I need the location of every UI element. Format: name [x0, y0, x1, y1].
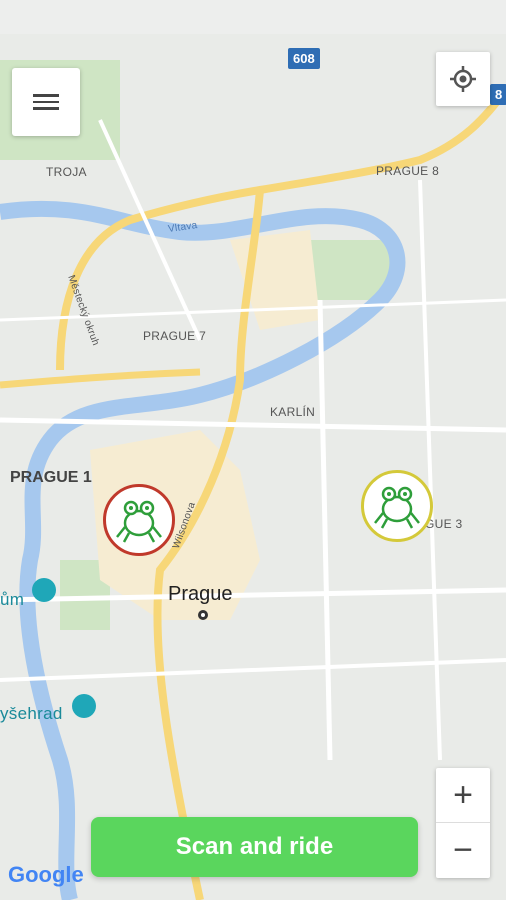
road: [317, 299, 333, 761]
scan-and-ride-button[interactable]: Scan and ride: [91, 817, 418, 877]
label-karlin: KARLÍN: [270, 405, 316, 419]
zoom-out-button[interactable]: −: [436, 823, 490, 877]
label-prague7: PRAGUE 7: [143, 329, 207, 343]
road: [0, 368, 201, 389]
zoom-in-button[interactable]: +: [436, 768, 490, 822]
label-prague1: PRAGUE 1: [10, 469, 92, 486]
hamburger-icon: [33, 90, 59, 114]
label-prague3: GUE 3: [425, 517, 463, 531]
road: [418, 179, 442, 761]
menu-button[interactable]: [12, 68, 80, 136]
label-muzeum: ům: [0, 590, 25, 609]
crosshair-icon: [450, 66, 476, 92]
road-sign-608: 608: [288, 48, 320, 69]
vysehrad-poi-icon[interactable]: [72, 694, 96, 718]
my-location-button[interactable]: [436, 52, 490, 106]
label-prague8: PRAGUE 8: [376, 164, 440, 178]
frog-icon: [374, 486, 420, 529]
museum-poi-icon[interactable]: [32, 578, 56, 602]
road: [0, 658, 506, 682]
label-troja: TROJA: [46, 165, 87, 179]
status-bar: [0, 0, 506, 34]
ring-road: [56, 87, 506, 371]
label-prague: Prague: [168, 583, 233, 605]
google-logo: Google: [8, 862, 84, 888]
frog-icon: [116, 500, 162, 543]
label-vysehrad: yšehrad: [0, 704, 63, 723]
zoom-controls: + −: [436, 768, 490, 878]
road-sign-8: 8: [490, 84, 506, 105]
scooter-marker-yellow[interactable]: [361, 470, 433, 542]
google-logo-text: Google: [8, 862, 84, 887]
scooter-marker-red[interactable]: [103, 484, 175, 556]
